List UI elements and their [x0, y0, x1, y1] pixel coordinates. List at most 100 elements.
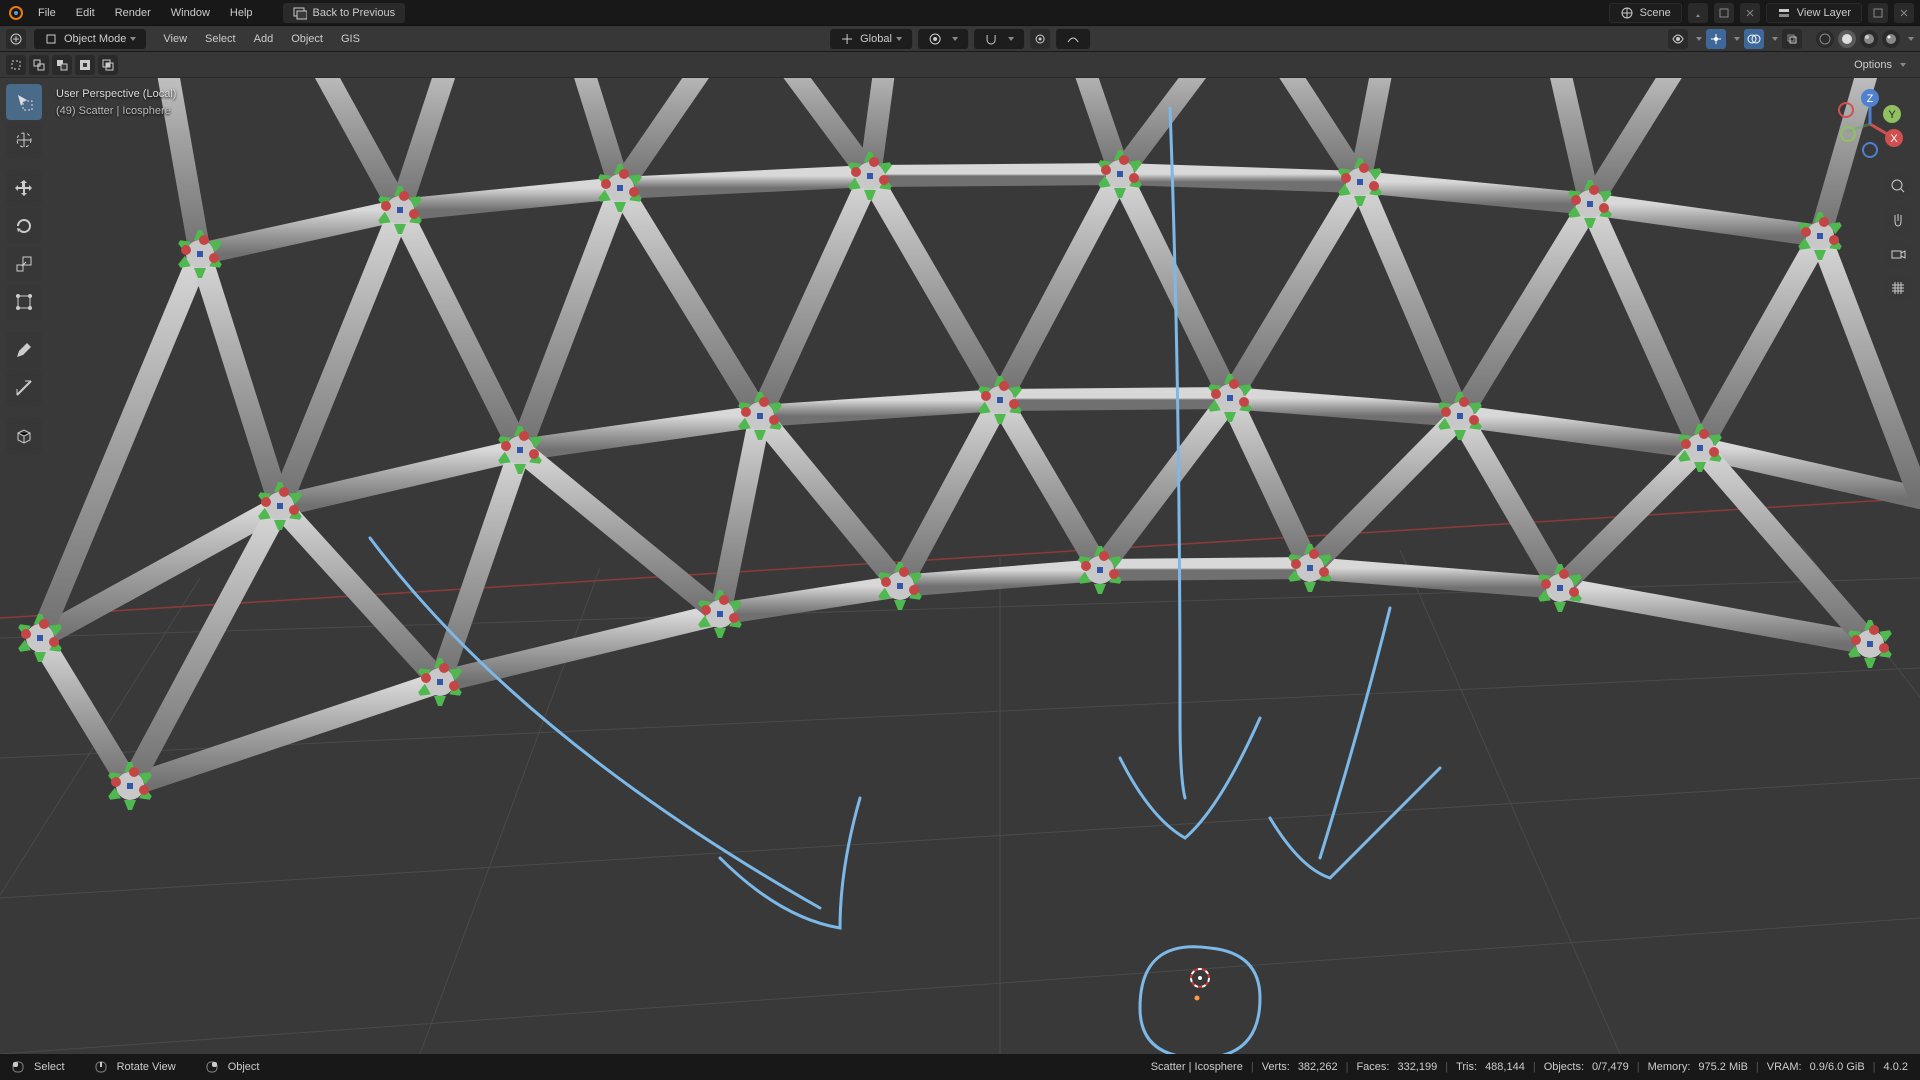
new-scene-icon[interactable]: [1714, 3, 1734, 23]
origin-point: [1195, 996, 1200, 1001]
tris-label: Tris:: [1454, 1061, 1479, 1073]
orientation-dropdown[interactable]: Global: [830, 29, 912, 49]
shading-material-icon[interactable]: [1860, 30, 1878, 48]
delete-scene-icon[interactable]: [1740, 3, 1760, 23]
object-info-label: (49) Scatter | Icosphere: [56, 103, 176, 120]
top-menu-bar: File Edit Render Window Help Back to Pre…: [0, 0, 1920, 26]
gizmo-toggle-icon[interactable]: [1706, 29, 1726, 49]
tool-settings-bar: Options: [0, 52, 1920, 78]
memory-label: Memory:: [1646, 1061, 1693, 1073]
back-icon: [293, 6, 307, 20]
snap-dropdown[interactable]: [974, 29, 1024, 49]
verts-label: Verts:: [1260, 1061, 1292, 1073]
select-mode-invert-icon[interactable]: [75, 55, 95, 75]
options-dropdown[interactable]: Options: [1846, 57, 1914, 73]
select-mode-intersect-icon[interactable]: [98, 55, 118, 75]
mode-dropdown[interactable]: Object Mode: [34, 29, 146, 49]
vram-value: 0.9/6.0 GiB: [1808, 1061, 1867, 1073]
mouse-middle-icon: [93, 1061, 109, 1073]
tool-annotate[interactable]: [6, 332, 42, 368]
pin-scene-icon[interactable]: [1688, 3, 1708, 23]
xray-toggle-icon[interactable]: [1782, 29, 1802, 49]
object-mode-icon: [44, 32, 58, 46]
verts-value: 382,262: [1296, 1061, 1340, 1073]
select-mode-extend-icon[interactable]: [29, 55, 49, 75]
shading-wireframe-icon[interactable]: [1816, 30, 1834, 48]
menu-select[interactable]: Select: [196, 29, 245, 49]
menu-gis[interactable]: GIS: [332, 29, 369, 49]
select-mode-set-icon[interactable]: [6, 55, 26, 75]
viewlayer-icon: [1777, 6, 1791, 20]
status-object-label: Object: [228, 1061, 260, 1073]
status-select: Select: [10, 1061, 65, 1073]
options-label: Options: [1854, 59, 1892, 71]
blender-logo-icon[interactable]: [6, 3, 26, 23]
pan-tool-icon[interactable]: [1884, 206, 1912, 234]
shading-rendered-icon[interactable]: [1882, 30, 1900, 48]
scene-field[interactable]: Scene: [1609, 3, 1682, 23]
status-rotate: Rotate View: [93, 1061, 176, 1073]
menu-object[interactable]: Object: [282, 29, 332, 49]
perspective-label: User Perspective (Local): [56, 86, 176, 103]
memory-value: 975.2 MiB: [1696, 1061, 1750, 1073]
proportional-falloff-dropdown[interactable]: [1056, 29, 1090, 49]
viewport-header: Object Mode View Select Add Object GIS G…: [0, 26, 1920, 52]
objects-label: Objects:: [1542, 1061, 1586, 1073]
menu-file[interactable]: File: [28, 3, 66, 23]
mouse-right-icon: [204, 1061, 220, 1073]
svg-text:X: X: [1890, 133, 1898, 145]
geodesic-struts: [40, 78, 1920, 786]
menu-add[interactable]: Add: [245, 29, 283, 49]
orientation-icon: [840, 32, 854, 46]
navigation-gizmo[interactable]: X Y Z: [1830, 84, 1910, 164]
main-menu: File Edit Render Window Help: [28, 3, 263, 23]
back-to-previous-button[interactable]: Back to Previous: [283, 3, 406, 23]
viewport-3d[interactable]: [0, 78, 1920, 1054]
objects-value: 0/7,479: [1590, 1061, 1631, 1073]
faces-value: 332,199: [1395, 1061, 1439, 1073]
mouse-left-icon: [10, 1061, 26, 1073]
visibility-icon[interactable]: [1668, 29, 1688, 49]
tool-select-box[interactable]: [6, 84, 42, 120]
back-label: Back to Previous: [313, 7, 396, 19]
viewlayer-name: View Layer: [1797, 7, 1851, 19]
proportional-edit-icon[interactable]: [1030, 29, 1050, 49]
overlay-toggle-icon[interactable]: [1744, 29, 1764, 49]
toolbar-left: [6, 84, 42, 454]
tool-rotate[interactable]: [6, 208, 42, 244]
tris-value: 488,144: [1483, 1061, 1527, 1073]
menu-edit[interactable]: Edit: [66, 3, 105, 23]
camera-view-icon[interactable]: [1884, 240, 1912, 268]
menu-help[interactable]: Help: [220, 3, 263, 23]
delete-viewlayer-icon[interactable]: [1894, 3, 1914, 23]
menu-window[interactable]: Window: [161, 3, 220, 23]
menu-view[interactable]: View: [154, 29, 196, 49]
vram-label: VRAM:: [1765, 1061, 1804, 1073]
select-mode-subtract-icon[interactable]: [52, 55, 72, 75]
tool-cursor[interactable]: [6, 122, 42, 158]
tool-move[interactable]: [6, 170, 42, 206]
tool-scale[interactable]: [6, 246, 42, 282]
tool-add-primitive[interactable]: [6, 418, 42, 454]
zoom-tool-icon[interactable]: [1884, 172, 1912, 200]
orientation-label: Global: [860, 33, 902, 45]
status-info: Scatter | Icosphere| Verts:382,262| Face…: [1149, 1061, 1910, 1073]
menu-render[interactable]: Render: [105, 3, 161, 23]
viewlayer-field[interactable]: View Layer: [1766, 3, 1862, 23]
tool-measure[interactable]: [6, 370, 42, 406]
shading-solid-icon[interactable]: [1838, 30, 1856, 48]
status-select-label: Select: [34, 1061, 65, 1073]
editor-type-icon[interactable]: [6, 29, 26, 49]
perspective-toggle-icon[interactable]: [1884, 274, 1912, 302]
viewport-canvas[interactable]: [0, 78, 1920, 1054]
svg-text:Y: Y: [1888, 109, 1896, 121]
status-context: Scatter | Icosphere: [1149, 1061, 1245, 1073]
viewport-info-overlay: User Perspective (Local) (49) Scatter | …: [56, 86, 176, 119]
svg-text:Z: Z: [1867, 93, 1874, 105]
cursor-3d-icon: [1191, 969, 1209, 987]
new-viewlayer-icon[interactable]: [1868, 3, 1888, 23]
pivot-dropdown[interactable]: [918, 29, 968, 49]
viewport-nav-tools: [1884, 172, 1912, 302]
tool-transform[interactable]: [6, 284, 42, 320]
faces-label: Faces:: [1354, 1061, 1391, 1073]
